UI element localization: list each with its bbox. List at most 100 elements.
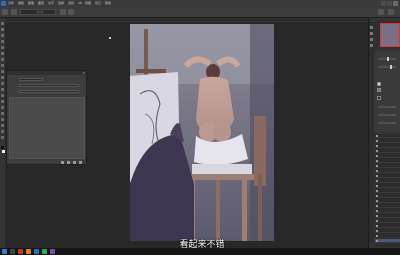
visibility-eye-icon[interactable] <box>376 240 378 242</box>
layer-row[interactable] <box>375 204 400 208</box>
dialog-titlebar[interactable]: ✕ <box>7 71 86 75</box>
home-icon[interactable] <box>2 9 8 15</box>
foreground-color-swatch[interactable] <box>1 146 4 149</box>
option-toggle-icon[interactable] <box>60 9 66 15</box>
layer-row[interactable] <box>375 139 400 143</box>
menu-view[interactable]: 视图 <box>85 0 91 7</box>
visibility-eye-icon[interactable] <box>376 200 378 202</box>
zoom-tool-icon[interactable] <box>1 136 4 139</box>
dialog-field[interactable] <box>19 84 79 87</box>
layer-row[interactable] <box>375 149 400 153</box>
option-field[interactable] <box>42 9 56 15</box>
visibility-eye-icon[interactable] <box>376 205 378 207</box>
brush-tool-icon[interactable] <box>1 64 4 67</box>
menu-file[interactable]: 文件 <box>8 0 14 7</box>
minimize-icon[interactable] <box>381 1 386 6</box>
workspace-icon[interactable] <box>388 9 394 15</box>
visibility-eye-icon[interactable] <box>376 145 378 147</box>
delete-icon[interactable] <box>79 161 82 164</box>
layer-row[interactable] <box>375 169 400 173</box>
eyedropper-tool-icon[interactable] <box>1 52 4 55</box>
slider-knob[interactable] <box>390 65 392 69</box>
option-toggle-icon[interactable] <box>68 9 74 15</box>
visibility-eye-icon[interactable] <box>376 160 378 162</box>
stamp-tool-icon[interactable] <box>1 70 4 73</box>
color-swatch[interactable] <box>377 96 381 100</box>
taskbar-app-icon[interactable] <box>42 249 47 254</box>
dialog-action-icon[interactable] <box>61 161 64 164</box>
visibility-eye-icon[interactable] <box>376 185 378 187</box>
close-icon[interactable]: ✕ <box>82 71 85 75</box>
visibility-eye-icon[interactable] <box>376 225 378 227</box>
pen-tool-icon[interactable] <box>1 106 4 109</box>
color-swatch[interactable] <box>377 88 381 92</box>
visibility-eye-icon[interactable] <box>376 210 378 212</box>
dialog-action-icon[interactable] <box>73 161 76 164</box>
color-swatch[interactable] <box>377 82 381 86</box>
visibility-eye-icon[interactable] <box>376 195 378 197</box>
adjust-slider[interactable] <box>378 114 396 116</box>
document-canvas-image[interactable] <box>130 24 274 241</box>
layer-row[interactable] <box>375 189 400 193</box>
layer-row[interactable] <box>375 209 400 213</box>
visibility-eye-icon[interactable] <box>376 180 378 182</box>
layer-row[interactable] <box>375 144 400 148</box>
type-tool-icon[interactable] <box>1 112 4 115</box>
character-panel-icon[interactable] <box>370 44 373 47</box>
navigator-view-box[interactable] <box>380 23 400 47</box>
visibility-eye-icon[interactable] <box>376 135 378 137</box>
dialog-field[interactable] <box>19 78 43 81</box>
photoshop-taskbar-icon[interactable] <box>34 249 39 254</box>
menu-image[interactable]: 图像 <box>28 0 34 7</box>
quick-select-tool-icon[interactable] <box>1 40 4 43</box>
layer-row[interactable] <box>375 159 400 163</box>
layer-row[interactable] <box>375 179 400 183</box>
layer-row[interactable] <box>375 214 400 218</box>
history-panel-icon[interactable] <box>370 26 373 29</box>
move-tool-icon[interactable] <box>1 22 4 25</box>
menu-layer[interactable]: 图层 <box>38 0 44 7</box>
layer-row[interactable] <box>375 154 400 158</box>
gradient-tool-icon[interactable] <box>1 88 4 91</box>
layer-row[interactable] <box>375 134 400 138</box>
floating-dialog[interactable]: ✕ <box>6 70 87 165</box>
taskbar-app-icon[interactable] <box>18 249 23 254</box>
visibility-eye-icon[interactable] <box>376 190 378 192</box>
lasso-tool-icon[interactable] <box>1 34 4 37</box>
layer-row[interactable] <box>375 234 400 238</box>
dialog-field[interactable] <box>19 90 79 93</box>
dodge-tool-icon[interactable] <box>1 100 4 103</box>
layer-row[interactable] <box>375 224 400 228</box>
visibility-eye-icon[interactable] <box>376 140 378 142</box>
adjust-slider[interactable] <box>378 122 396 124</box>
menu-help[interactable]: 帮助 <box>105 0 111 7</box>
visibility-eye-icon[interactable] <box>376 215 378 217</box>
properties-panel-icon[interactable] <box>370 32 373 35</box>
menu-edit[interactable]: 编辑 <box>18 0 24 7</box>
healing-tool-icon[interactable] <box>1 58 4 61</box>
start-icon[interactable] <box>2 249 7 254</box>
marquee-tool-icon[interactable] <box>1 28 4 31</box>
history-brush-tool-icon[interactable] <box>1 76 4 79</box>
crop-tool-icon[interactable] <box>1 46 4 49</box>
visibility-eye-icon[interactable] <box>376 155 378 157</box>
menu-window[interactable]: 窗口 <box>95 0 101 7</box>
search-icon[interactable] <box>378 9 384 15</box>
layer-row[interactable] <box>375 199 400 203</box>
visibility-eye-icon[interactable] <box>376 220 378 222</box>
eraser-tool-icon[interactable] <box>1 82 4 85</box>
dialog-action-icon[interactable] <box>67 161 70 164</box>
menu-select[interactable]: 选择 <box>58 0 64 7</box>
slider-knob[interactable] <box>387 57 389 61</box>
tool-preset-icon[interactable] <box>11 9 17 15</box>
visibility-eye-icon[interactable] <box>376 165 378 167</box>
layer-row[interactable] <box>375 164 400 168</box>
visibility-eye-icon[interactable] <box>376 170 378 172</box>
layer-row[interactable] <box>375 174 400 178</box>
hand-tool-icon[interactable] <box>1 130 4 133</box>
taskbar-app-icon[interactable] <box>26 249 31 254</box>
blur-tool-icon[interactable] <box>1 94 4 97</box>
layer-row[interactable] <box>375 194 400 198</box>
search-icon[interactable] <box>10 249 15 254</box>
adjust-slider[interactable] <box>378 66 396 68</box>
